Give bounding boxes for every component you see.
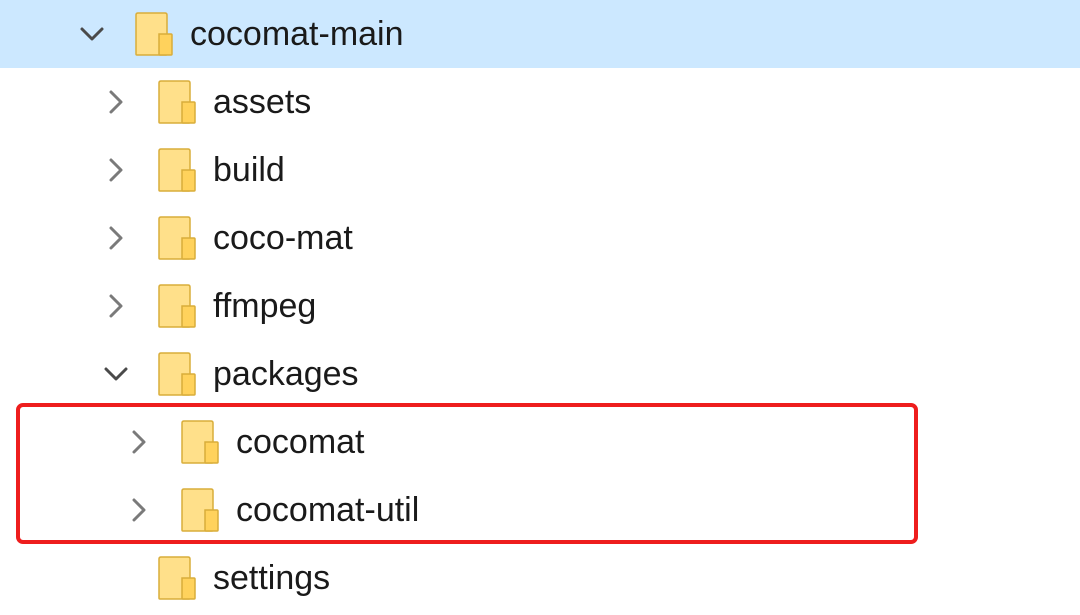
tree-item-label: cocomat-util	[236, 491, 420, 529]
tree-item-ffmpeg[interactable]: ffmpeg	[0, 272, 1080, 340]
tree-item-label: build	[213, 151, 285, 189]
chevron-right-icon[interactable]	[100, 222, 132, 254]
folder-icon	[181, 488, 219, 532]
chevron-down-icon[interactable]	[100, 358, 132, 390]
tree-item-label: cocomat-main	[190, 15, 404, 53]
chevron-right-icon[interactable]	[123, 426, 155, 458]
tree-item-settings[interactable]: settings	[0, 544, 1080, 612]
tree-item-label: assets	[213, 83, 312, 121]
tree-item-coco-mat[interactable]: coco-mat	[0, 204, 1080, 272]
folder-icon	[158, 284, 196, 328]
tree-item-label: ffmpeg	[213, 287, 317, 325]
folder-icon	[158, 216, 196, 260]
folder-icon	[135, 12, 173, 56]
chevron-right-icon[interactable]	[100, 86, 132, 118]
folder-icon	[158, 556, 196, 600]
tree-item-packages[interactable]: packages	[0, 340, 1080, 408]
chevron-right-icon[interactable]	[100, 154, 132, 186]
tree-item-label: packages	[213, 355, 359, 393]
folder-icon	[181, 420, 219, 464]
tree-item-cocomat-main[interactable]: cocomat-main	[0, 0, 1080, 68]
folder-icon	[158, 80, 196, 124]
tree-item-build[interactable]: build	[0, 136, 1080, 204]
folder-tree: cocomat-main assets build coco-mat ffmpe…	[0, 0, 1080, 615]
tree-item-cocomat-util[interactable]: cocomat-util	[0, 476, 1080, 544]
folder-icon	[158, 352, 196, 396]
tree-item-label: cocomat	[236, 423, 365, 461]
chevron-down-icon[interactable]	[76, 18, 108, 50]
tree-item-label: settings	[213, 559, 331, 597]
tree-item-cocomat[interactable]: cocomat	[0, 408, 1080, 476]
chevron-right-icon[interactable]	[123, 494, 155, 526]
chevron-right-icon[interactable]	[100, 290, 132, 322]
tree-item-label: coco-mat	[213, 219, 353, 257]
tree-item-assets[interactable]: assets	[0, 68, 1080, 136]
folder-icon	[158, 148, 196, 192]
